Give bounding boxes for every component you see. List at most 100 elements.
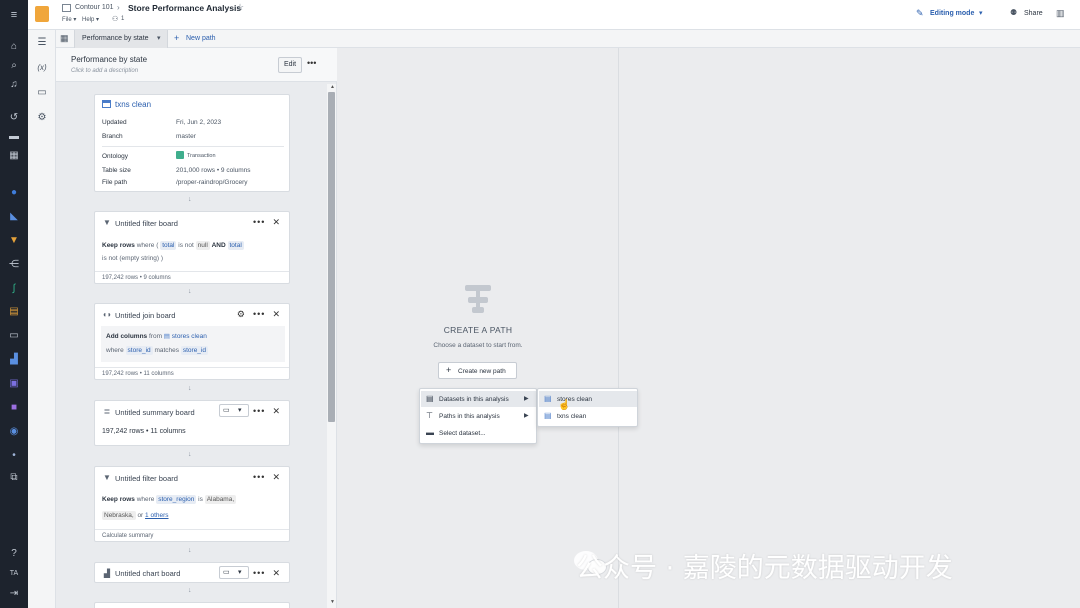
- user-initials[interactable]: TA: [7, 567, 21, 581]
- menu-item-label[interactable]: Select dataset...: [439, 430, 486, 437]
- description-placeholder[interactable]: Click to add a description: [71, 68, 138, 74]
- collapse-icon[interactable]: ⇥: [7, 587, 21, 601]
- board-actions: ••• ✕: [253, 406, 281, 417]
- board-title[interactable]: Untitled chart board: [115, 569, 180, 578]
- settings-icon[interactable]: ⚙: [36, 112, 48, 124]
- path-title[interactable]: Performance by state: [71, 55, 147, 64]
- board-title[interactable]: Untitled filter board: [115, 474, 178, 483]
- menu-item-label[interactable]: Paths in this analysis: [439, 413, 500, 420]
- submenu-item-txns-clean[interactable]: txns clean: [557, 413, 586, 420]
- column-chip[interactable]: store_id: [180, 346, 208, 355]
- caret-down-icon[interactable]: ▾: [157, 34, 161, 42]
- editing-mode-button[interactable]: Editing mode: [930, 10, 974, 17]
- more-options-icon[interactable]: •••: [253, 309, 265, 319]
- app-layers-icon[interactable]: ⧉: [7, 471, 21, 485]
- filter-board-card[interactable]: ▼ Untitled filter board ••• ✕ Keep rows …: [94, 211, 290, 284]
- search-icon[interactable]: ⌕: [7, 59, 21, 73]
- dataset-name[interactable]: txns clean: [115, 100, 151, 109]
- row-value-file-path[interactable]: /proper-raindrop/Grocery: [176, 179, 248, 186]
- breadcrumb-parent[interactable]: Contour 101: [75, 4, 114, 11]
- more-options-icon[interactable]: •••: [253, 472, 265, 482]
- page-title[interactable]: Store Performance Analysis: [128, 3, 241, 13]
- new-path-button[interactable]: New path: [186, 35, 216, 42]
- board-title[interactable]: Untitled filter board: [115, 219, 178, 228]
- bell-icon[interactable]: ♫: [7, 78, 21, 92]
- caret-down-icon[interactable]: ▾: [238, 406, 242, 414]
- app-table-icon[interactable]: ▣: [7, 377, 21, 391]
- folder-icon[interactable]: ▬: [7, 130, 21, 144]
- scroll-thumb[interactable]: [328, 92, 335, 422]
- join-board-card[interactable]: ◖◗ Untitled join board ⚙ ••• ✕ Add colum…: [94, 303, 290, 380]
- close-icon[interactable]: ✕: [272, 568, 281, 578]
- next-board-card[interactable]: [94, 602, 290, 608]
- hamburger-menu-icon[interactable]: ≡: [7, 8, 21, 22]
- home-icon[interactable]: ⌂: [7, 40, 21, 54]
- close-icon[interactable]: ✕: [272, 406, 281, 416]
- app-contour-icon[interactable]: ▼: [7, 234, 21, 248]
- panel-toggle-icon[interactable]: ▥: [1056, 8, 1065, 19]
- app-globe-icon[interactable]: ●: [7, 186, 21, 200]
- star-icon[interactable]: ☆: [236, 2, 244, 13]
- chart-board-card[interactable]: ▟ Untitled chart board ▭ ▾ ••• ✕: [94, 562, 290, 583]
- caret-down-icon[interactable]: ▾: [238, 568, 242, 576]
- grid-icon[interactable]: ▦: [7, 149, 21, 163]
- more-options-icon[interactable]: •••: [307, 58, 316, 68]
- history-icon[interactable]: ↺: [7, 111, 21, 125]
- help-icon[interactable]: ?: [7, 547, 21, 561]
- app-chart-icon[interactable]: ◣: [7, 210, 21, 224]
- value-chip[interactable]: Alabama,: [204, 495, 237, 504]
- tab-performance-by-state[interactable]: Performance by state ▾: [74, 30, 168, 48]
- board-title[interactable]: Untitled summary board: [115, 408, 195, 417]
- app-monitor-icon[interactable]: ▭: [7, 329, 21, 343]
- chevron-down-icon[interactable]: ▾: [979, 9, 983, 17]
- column-chip[interactable]: store_region: [156, 495, 197, 504]
- list-icon[interactable]: ☰: [36, 37, 48, 49]
- app-message-icon[interactable]: ■: [7, 401, 21, 415]
- column-chip[interactable]: total: [160, 241, 177, 250]
- table-icon[interactable]: ▦: [60, 33, 69, 44]
- app-flow-icon[interactable]: ∫: [7, 282, 21, 296]
- share-button[interactable]: Share: [1024, 10, 1043, 17]
- app-bar-icon[interactable]: ▟: [7, 353, 21, 367]
- app-database-icon[interactable]: ▤: [7, 305, 21, 319]
- monitor-icon[interactable]: ▭: [223, 568, 230, 576]
- column-chip[interactable]: total: [227, 241, 244, 250]
- users-icon[interactable]: ⚇: [112, 15, 118, 23]
- close-icon[interactable]: ✕: [272, 309, 281, 319]
- summary-board-card[interactable]: ≣ Untitled summary board ▭ ▾ ••• ✕ 197,2…: [94, 400, 290, 446]
- plus-icon[interactable]: +: [174, 33, 179, 43]
- column-chip[interactable]: store_id: [125, 346, 153, 355]
- help-menu[interactable]: Help ▾: [82, 16, 99, 23]
- edit-icon[interactable]: ✎: [916, 8, 924, 19]
- join-dataset-link[interactable]: stores clean: [172, 333, 207, 340]
- monitor-icon[interactable]: ▭: [36, 87, 48, 99]
- app-pipeline-icon[interactable]: ⋲: [7, 258, 21, 272]
- close-icon[interactable]: ✕: [272, 217, 281, 227]
- user-share-icon[interactable]: ⚉: [1010, 8, 1017, 17]
- more-options-icon[interactable]: •••: [253, 568, 265, 578]
- scroll-down-icon[interactable]: ▼: [330, 599, 335, 605]
- dataset-card[interactable]: txns clean Updated Fri, Jun 2, 2023 Bran…: [94, 94, 290, 192]
- calculate-summary-link[interactable]: Calculate summary: [95, 529, 289, 541]
- value-chip[interactable]: Nebraska,: [102, 511, 136, 520]
- app-lens-icon[interactable]: ◉: [7, 425, 21, 439]
- app-dot-icon[interactable]: •: [7, 449, 21, 463]
- more-options-icon[interactable]: •••: [253, 406, 265, 416]
- parameters-icon[interactable]: (x): [36, 62, 48, 74]
- edit-button[interactable]: Edit: [278, 57, 302, 73]
- filter-board-card[interactable]: ▼ Untitled filter board ••• ✕ Keep rows …: [94, 466, 290, 542]
- others-link[interactable]: 1 others: [145, 512, 169, 519]
- file-menu[interactable]: File ▾: [62, 16, 76, 23]
- board-title[interactable]: Untitled join board: [115, 311, 175, 320]
- more-options-icon[interactable]: •••: [253, 217, 265, 227]
- display-toggle[interactable]: ▭ ▾: [219, 404, 249, 417]
- scroll-up-icon[interactable]: ▲: [330, 84, 335, 90]
- close-icon[interactable]: ✕: [272, 472, 281, 482]
- row-value-ontology[interactable]: Transaction: [187, 153, 216, 159]
- menu-item-label[interactable]: Datasets in this analysis: [439, 396, 509, 403]
- settings-icon[interactable]: ⚙: [237, 309, 246, 319]
- monitor-icon[interactable]: ▭: [223, 406, 230, 414]
- value-chip[interactable]: null: [195, 241, 210, 250]
- display-toggle[interactable]: ▭ ▾: [219, 566, 249, 579]
- create-new-path-button[interactable]: + Create new path: [438, 362, 517, 379]
